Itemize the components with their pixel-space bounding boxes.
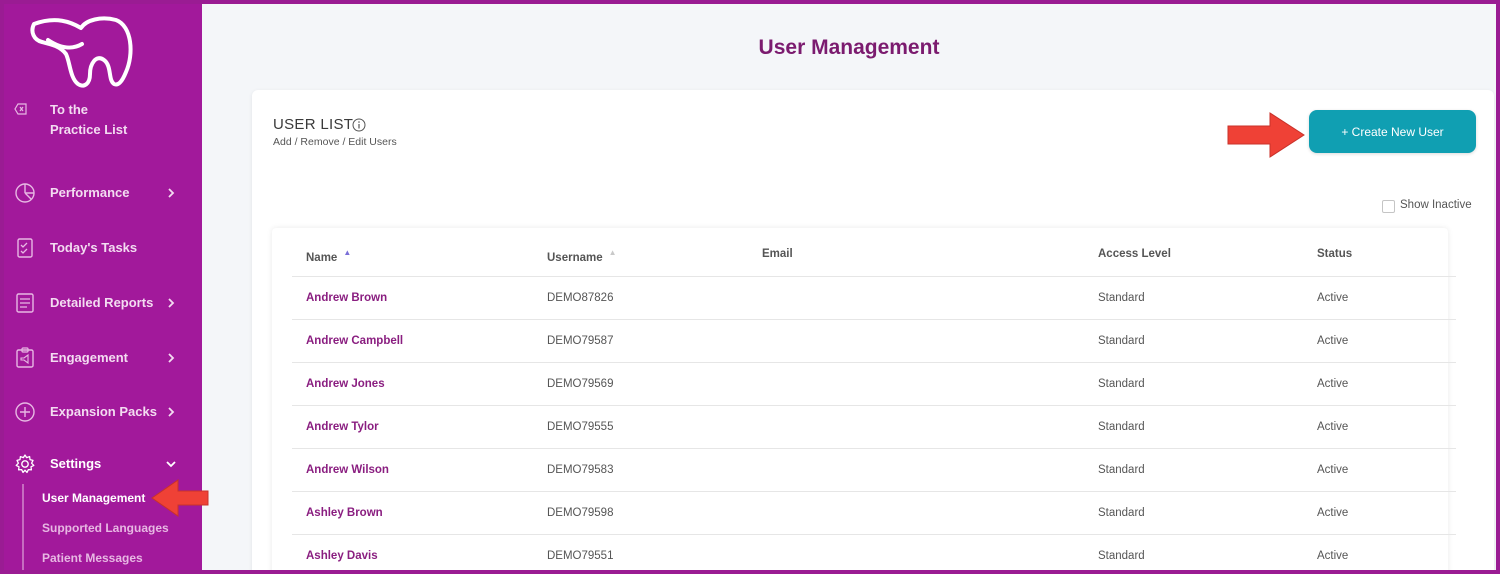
user-name-link[interactable]: Andrew Jones (306, 378, 385, 390)
chevron-right-icon (168, 188, 175, 198)
annotation-arrow-right (1227, 112, 1305, 158)
sidebar-item-engagement[interactable]: Engagement (4, 342, 202, 374)
user-name-link[interactable]: Andrew Wilson (306, 464, 389, 476)
status-cell: Active (1317, 421, 1349, 433)
sort-ascending-icon[interactable]: ▲ (343, 248, 351, 257)
status-cell: Active (1317, 292, 1349, 304)
show-inactive-checkbox[interactable] (1382, 200, 1395, 213)
table-row[interactable]: Andrew Campbell DEMO79587 Standard Active (292, 319, 1456, 363)
access-level-cell: Standard (1098, 335, 1145, 347)
status-cell: Active (1317, 378, 1349, 390)
username-cell: DEMO79583 (547, 464, 614, 476)
sidebar-item-label: Settings (50, 456, 102, 471)
sidebar-item-performance[interactable]: Performance (4, 177, 202, 209)
chevron-right-icon (168, 298, 175, 308)
users-table: Name ▲ Username ▲ Email Access Level Statu… (272, 228, 1456, 570)
submenu-line (22, 484, 24, 570)
info-icon[interactable] (352, 118, 366, 132)
column-header-username[interactable]: Username ▲ (547, 248, 617, 264)
plus-circle-icon (15, 402, 35, 422)
user-name-link[interactable]: Ashley Davis (306, 550, 378, 562)
status-cell: Active (1317, 464, 1349, 476)
pie-chart-icon (15, 183, 35, 203)
back-link-line1: To the (50, 102, 89, 117)
column-header-label: Username (547, 252, 603, 264)
username-cell: DEMO79555 (547, 421, 614, 433)
table-row[interactable]: Andrew Wilson DEMO79583 Standard Active (292, 448, 1456, 492)
access-level-cell: Standard (1098, 550, 1145, 562)
username-cell: DEMO79598 (547, 507, 614, 519)
username-cell: DEMO87826 (547, 292, 614, 304)
task-checklist-icon (17, 238, 33, 258)
sidebar: To the Practice List Performance Today's… (4, 4, 209, 570)
user-name-link[interactable]: Andrew Brown (306, 292, 387, 304)
access-level-cell: Standard (1098, 464, 1145, 476)
clipboard-megaphone-icon (16, 347, 34, 368)
sidebar-item-label: Today's Tasks (50, 240, 138, 255)
sidebar-subitem-patient-messages[interactable]: Patient Messages (42, 551, 143, 565)
sidebar-item-label: Engagement (50, 350, 129, 365)
table-row[interactable]: Andrew Tylor DEMO79555 Standard Active (292, 405, 1456, 449)
column-header-access-level: Access Level (1098, 248, 1171, 260)
access-level-cell: Standard (1098, 378, 1145, 390)
user-name-link[interactable]: Andrew Campbell (306, 335, 403, 347)
chevron-right-icon (168, 353, 175, 363)
username-cell: DEMO79587 (547, 335, 614, 347)
backspace-icon (14, 103, 27, 115)
report-document-icon (16, 293, 34, 313)
table-row[interactable]: Ashley Davis DEMO79551 Standard Active (292, 534, 1456, 570)
table-row[interactable]: Andrew Jones DEMO79569 Standard Active (292, 362, 1456, 406)
sidebar-subitem-user-management[interactable]: User Management (42, 491, 145, 505)
status-cell: Active (1317, 507, 1349, 519)
show-inactive-label: Show Inactive (1400, 199, 1472, 211)
column-header-label: Name (306, 252, 338, 264)
sidebar-item-todays-tasks[interactable]: Today's Tasks (4, 232, 202, 264)
status-cell: Active (1317, 335, 1349, 347)
sort-icon[interactable]: ▲ (609, 248, 617, 257)
column-header-name[interactable]: Name ▲ (306, 248, 351, 264)
access-level-cell: Standard (1098, 292, 1145, 304)
app-window: To the Practice List Performance Today's… (4, 4, 1496, 570)
back-link-line2: Practice List (50, 122, 128, 137)
sidebar-subitem-supported-languages[interactable]: Supported Languages (42, 521, 169, 535)
tooth-logo (30, 16, 133, 88)
username-cell: DEMO79551 (547, 550, 614, 562)
create-new-user-button[interactable]: + Create New User (1309, 110, 1476, 153)
chevron-right-icon (168, 407, 175, 417)
page-title: User Management (758, 36, 940, 59)
sidebar-item-expansion-packs[interactable]: Expansion Packs (4, 396, 202, 428)
back-link-label: To the Practice List (50, 100, 127, 140)
user-list-card: USER LIST Add / Remove / Edit Users + Cr… (252, 90, 1494, 570)
access-level-cell: Standard (1098, 507, 1145, 519)
chevron-down-icon (166, 461, 176, 468)
table-row[interactable]: Ashley Brown DEMO79598 Standard Active (292, 491, 1456, 535)
annotation-arrow-left (151, 479, 209, 517)
column-header-status: Status (1317, 248, 1353, 260)
sidebar-item-label: Performance (50, 185, 130, 200)
sidebar-item-label: Detailed Reports (50, 295, 154, 310)
table-row[interactable]: Andrew Brown DEMO87826 Standard Active (292, 276, 1456, 320)
main-content: User Management USER LIST Add / Remove /… (202, 4, 1496, 570)
card-subtitle: Add / Remove / Edit Users (273, 136, 397, 148)
user-name-link[interactable]: Ashley Brown (306, 507, 383, 519)
back-to-practice-list-link[interactable]: To the Practice List (14, 100, 194, 140)
card-title: USER LIST (273, 116, 354, 133)
sidebar-item-label: Expansion Packs (50, 404, 157, 419)
user-name-link[interactable]: Andrew Tylor (306, 421, 379, 433)
username-cell: DEMO79569 (547, 378, 614, 390)
column-header-email: Email (762, 248, 793, 260)
sidebar-item-detailed-reports[interactable]: Detailed Reports (4, 287, 202, 319)
access-level-cell: Standard (1098, 421, 1145, 433)
gear-icon (15, 454, 35, 474)
status-cell: Active (1317, 550, 1349, 562)
